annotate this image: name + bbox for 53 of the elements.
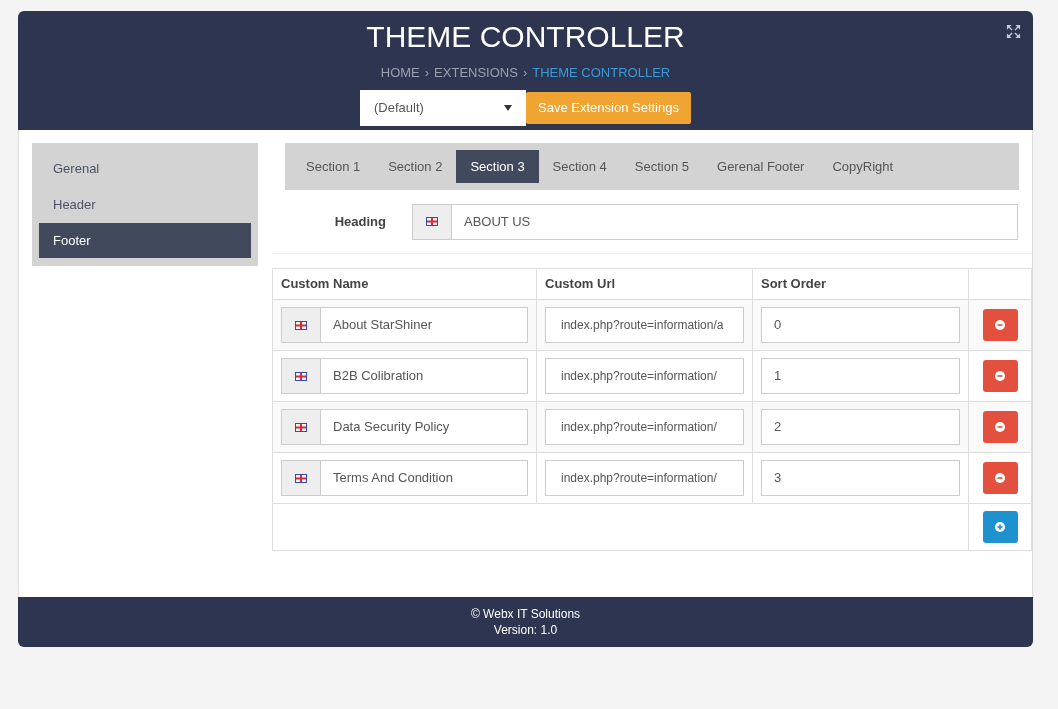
sort-order-field[interactable]: 0 (761, 307, 960, 343)
fullscreen-icon[interactable] (1006, 24, 1021, 39)
column-header: Sort Order (753, 269, 969, 299)
url-field[interactable]: index.php?route=information/ (545, 409, 744, 445)
section-tab[interactable]: Gerenal Footer (703, 150, 819, 183)
caret-icon (504, 104, 513, 111)
footer-text: Version: 1.0 (493, 622, 558, 638)
page-title: THEME CONTROLLER (366, 19, 685, 55)
url-field[interactable]: index.php?route=information/ (545, 358, 744, 394)
section-tab[interactable]: Section 3 (456, 150, 539, 183)
remove-button[interactable] (982, 309, 1018, 341)
name-field[interactable]: About StarShiner (281, 307, 528, 343)
sidebar-item[interactable]: Footer (39, 223, 251, 258)
section-tab[interactable]: Section 2 (374, 150, 457, 183)
url-field[interactable]: index.php?route=information/a (545, 307, 744, 343)
column-header: Custom Name (273, 269, 537, 299)
remove-button[interactable] (982, 360, 1018, 392)
name-field[interactable]: Data Security Policy (281, 409, 528, 445)
minus-circle-icon (995, 371, 1005, 381)
sort-order-field[interactable]: 3 (761, 460, 960, 496)
name-field[interactable]: B2B Colibration (281, 358, 528, 394)
url-field[interactable]: index.php?route=information/ (545, 460, 744, 496)
heading-label: Heading (333, 212, 386, 231)
heading-field[interactable]: ABOUT US (412, 203, 1018, 240)
minus-circle-icon (995, 422, 1005, 432)
footer-text: © Webx IT Solutions (470, 606, 581, 622)
remove-button[interactable] (982, 411, 1018, 443)
section-tab[interactable]: Section 5 (620, 150, 703, 183)
breadcrumb-link[interactable]: HOME (380, 63, 420, 83)
breadcrumb-link[interactable]: THEME CONTROLLER (532, 63, 671, 83)
add-button[interactable] (982, 511, 1018, 543)
minus-circle-icon (995, 473, 1005, 483)
column-header: Custom Url (537, 269, 753, 299)
section-tab[interactable]: Section 1 (292, 150, 375, 183)
breadcrumb-separator: › (424, 64, 430, 82)
flag-icon (426, 217, 438, 226)
minus-circle-icon (995, 320, 1005, 330)
flag-icon (295, 371, 307, 381)
theme-select[interactable]: (Default) (360, 89, 527, 126)
flag-icon (295, 422, 307, 432)
sidebar-item[interactable]: Gerenal (39, 151, 251, 186)
section-tab[interactable]: Section 4 (538, 150, 621, 183)
section-tab[interactable]: CopyRight (818, 150, 908, 183)
flag-icon (295, 473, 307, 483)
breadcrumb-link[interactable]: EXTENSIONS (434, 63, 518, 83)
name-field[interactable]: Terms And Condition (281, 460, 528, 496)
sort-order-field[interactable]: 1 (761, 358, 960, 394)
sidebar-item[interactable]: Header (39, 187, 251, 222)
breadcrumb-separator: › (522, 64, 528, 82)
remove-button[interactable] (982, 462, 1018, 494)
flag-icon (295, 320, 307, 330)
sort-order-field[interactable]: 2 (761, 409, 960, 445)
plus-circle-icon (995, 522, 1005, 532)
